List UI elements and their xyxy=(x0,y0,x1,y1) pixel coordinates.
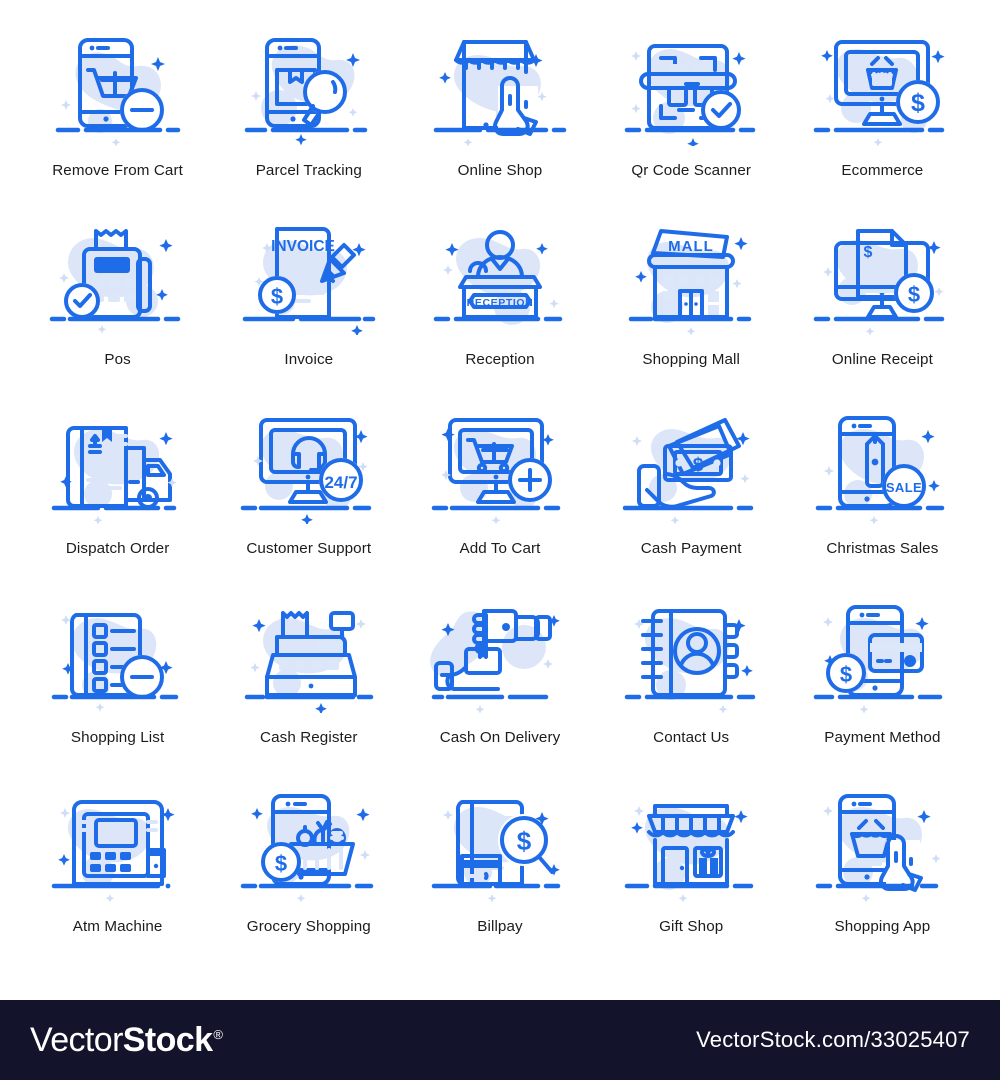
icon-label: Cash Register xyxy=(260,729,358,746)
icon-cell-shopping-app[interactable]: Shopping App xyxy=(787,782,978,971)
cash-dollar-text: $ xyxy=(693,455,704,476)
customer-support-icon: 24/7 xyxy=(240,418,372,524)
cash-payment-icon: $ xyxy=(622,418,754,524)
icon-cell-online-receipt[interactable]: $ $ Online Receipt xyxy=(787,215,978,404)
invoice-title-text: INVOICE xyxy=(271,238,335,255)
cash-on-delivery-icon xyxy=(430,609,560,713)
ecommerce-icon: $ xyxy=(814,40,945,146)
logo-text-bold: Stock xyxy=(122,1020,213,1059)
shopping-app-icon xyxy=(816,794,941,902)
icon-label: Cash Payment xyxy=(640,540,742,557)
christmas-sales-icon: SALE xyxy=(816,416,945,524)
icon-label: Add To Cart xyxy=(459,540,541,557)
vectorstock-url: VectorStock.com/33025407 xyxy=(696,1027,970,1052)
dispatch-order-icon xyxy=(51,426,177,524)
remove-from-cart-icon xyxy=(55,38,180,146)
online-receipt-icon: $ $ xyxy=(814,229,945,335)
icon-cell-customer-support[interactable]: 24/7 Customer Support xyxy=(213,404,404,593)
receipt-coin-dollar-text: $ xyxy=(908,282,920,307)
icon-label: Cash On Delivery xyxy=(439,729,561,746)
cash-register-icon xyxy=(244,611,374,713)
icon-cell-cash-on-delivery[interactable]: Cash On Delivery xyxy=(404,593,595,782)
icon-label: Payment Method xyxy=(824,729,941,746)
icon-label: Contact Us xyxy=(653,729,730,746)
icon-label: Ecommerce xyxy=(841,162,924,179)
sale-badge-text: SALE xyxy=(886,480,922,495)
icon-cell-invoice[interactable]: INVOICE $ Invoice xyxy=(213,215,404,404)
gift-shop-icon xyxy=(624,804,754,902)
icon-label: Reception xyxy=(465,351,535,368)
icon-label: Shopping List xyxy=(70,729,165,746)
shopping-list-icon xyxy=(51,613,178,712)
icon-cell-contact-us[interactable]: Contact Us xyxy=(596,593,787,782)
reception-sign-text: RECEPTION xyxy=(467,297,534,309)
icon-cell-shopping-mall[interactable]: MALL Shopping Mall xyxy=(596,215,787,404)
parcel-tracking-icon xyxy=(244,38,368,146)
icon-cell-billpay[interactable]: $ Billpay xyxy=(404,782,595,971)
icon-cell-cash-payment[interactable]: $ Cash Payment xyxy=(596,404,787,593)
icon-label: Dispatch Order xyxy=(65,540,170,557)
icon-label: Remove From Cart xyxy=(52,162,183,179)
billpay-icon: $ xyxy=(431,800,561,902)
qr-code-scanner-icon xyxy=(624,44,756,146)
icon-label: Invoice xyxy=(284,351,334,368)
icon-label: Shopping App xyxy=(834,918,931,935)
icon-label: Grocery Shopping xyxy=(246,918,371,935)
icon-cell-remove-from-cart[interactable]: Remove From Cart xyxy=(22,26,213,215)
registered-trademark-icon: ® xyxy=(213,1026,223,1042)
ecommerce-dollar-text: $ xyxy=(911,89,925,117)
icon-cell-parcel-tracking[interactable]: Parcel Tracking xyxy=(213,26,404,215)
logo-text-light: Vector xyxy=(30,1020,123,1059)
icon-cell-qr-code-scanner[interactable]: Qr Code Scanner xyxy=(596,26,787,215)
online-shop-icon xyxy=(433,40,567,146)
icon-cell-christmas-sales[interactable]: SALE Christmas Sales xyxy=(787,404,978,593)
icon-label: Christmas Sales xyxy=(826,540,939,557)
payment-method-icon: $ xyxy=(814,605,943,713)
icon-label: Pos xyxy=(104,351,131,368)
icon-label: Online Shop xyxy=(457,162,543,179)
icon-cell-add-to-cart[interactable]: Add To Cart xyxy=(404,404,595,593)
icon-cell-dispatch-order[interactable]: Dispatch Order xyxy=(22,404,213,593)
icon-label: Customer Support xyxy=(246,540,372,557)
reception-icon: RECEPTION xyxy=(433,230,563,325)
billpay-dollar-text: $ xyxy=(517,826,532,856)
grocery-shopping-icon: $ xyxy=(240,794,374,902)
shopping-mall-icon: MALL xyxy=(628,229,752,335)
icon-cell-shopping-list[interactable]: Shopping List xyxy=(22,593,213,782)
payment-dollar-text: $ xyxy=(840,662,852,687)
icon-cell-pos[interactable]: Pos xyxy=(22,215,213,404)
icon-sheet: Remove From Cart Parcel Tracking Online … xyxy=(0,0,1000,1000)
icon-cell-payment-method[interactable]: $ Payment Method xyxy=(787,593,978,782)
vectorstock-logo[interactable]: Vector Stock ® xyxy=(30,1020,223,1060)
atm-machine-icon xyxy=(51,800,175,902)
icon-label: Billpay xyxy=(477,918,523,935)
grocery-dollar-text: $ xyxy=(275,851,287,876)
icon-cell-grocery-shopping[interactable]: $ Grocery Shopping xyxy=(213,782,404,971)
invoice-icon: INVOICE $ xyxy=(242,227,376,335)
icon-grid: Remove From Cart Parcel Tracking Online … xyxy=(22,26,978,971)
receipt-doc-dollar-text: $ xyxy=(864,244,873,261)
icon-label: Online Receipt xyxy=(831,351,933,368)
icon-cell-ecommerce[interactable]: $ Ecommerce xyxy=(787,26,978,215)
contact-us-icon xyxy=(624,609,756,713)
icon-cell-gift-shop[interactable]: Gift Shop xyxy=(596,782,787,971)
icon-label: Qr Code Scanner xyxy=(631,162,752,179)
icon-cell-reception[interactable]: RECEPTION Reception xyxy=(404,215,595,404)
add-to-cart-icon xyxy=(431,418,561,524)
icon-cell-atm-machine[interactable]: Atm Machine xyxy=(22,782,213,971)
icon-label: Shopping Mall xyxy=(642,351,740,368)
icon-cell-cash-register[interactable]: Cash Register xyxy=(213,593,404,782)
support-badge-text: 24/7 xyxy=(324,473,357,492)
icon-cell-online-shop[interactable]: Online Shop xyxy=(404,26,595,215)
watermark-footer: Vector Stock ® VectorStock.com/33025407 xyxy=(0,1000,1000,1080)
invoice-dollar-text: $ xyxy=(271,284,283,309)
mall-sign-text: MALL xyxy=(668,238,714,255)
icon-label: Gift Shop xyxy=(659,918,724,935)
icon-label: Parcel Tracking xyxy=(255,162,362,179)
icon-label: Atm Machine xyxy=(72,918,163,935)
pos-icon xyxy=(49,229,180,334)
